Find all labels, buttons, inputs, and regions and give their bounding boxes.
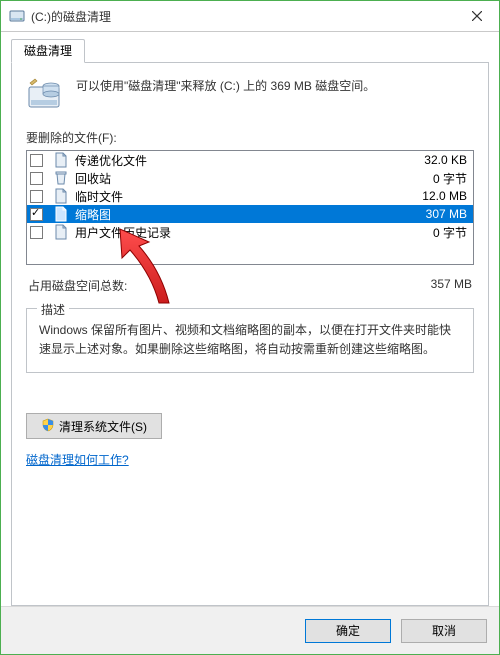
info-row: 可以使用"磁盘清理"来释放 (C:) 上的 369 MB 磁盘空间。 [26, 77, 474, 113]
titlebar: (C:)的磁盘清理 [1, 1, 499, 32]
close-icon [472, 11, 482, 21]
file-name: 用户文件历史记录 [75, 224, 397, 241]
file-size: 0 字节 [397, 170, 467, 187]
help-link[interactable]: 磁盘清理如何工作? [26, 451, 129, 468]
file-size: 12.0 MB [397, 189, 467, 203]
file-icon [53, 224, 69, 240]
shield-icon [41, 418, 55, 435]
tab-disk-cleanup[interactable]: 磁盘清理 [11, 39, 85, 63]
recycle-icon [53, 170, 69, 186]
file-name: 传递优化文件 [75, 152, 397, 169]
info-message: 可以使用"磁盘清理"来释放 (C:) 上的 369 MB 磁盘空间。 [76, 77, 375, 95]
disk-cleanup-icon [26, 77, 62, 113]
client-area: 磁盘清理 可以使用"磁盘清理"来释放 (C:) 上的 369 MB 磁盘空间。 … [1, 32, 499, 606]
window-title: (C:)的磁盘清理 [31, 8, 454, 25]
window: (C:)的磁盘清理 磁盘清理 [0, 0, 500, 655]
sysfiles-button-label: 清理系统文件(S) [59, 418, 147, 435]
description-legend: 描述 [37, 301, 69, 318]
clean-system-files-button[interactable]: 清理系统文件(S) [26, 413, 162, 439]
total-row: 占用磁盘空间总数: 357 MB [26, 277, 474, 294]
tab-panel: 可以使用"磁盘清理"来释放 (C:) 上的 369 MB 磁盘空间。 要删除的文… [11, 62, 489, 606]
file-size: 32.0 KB [397, 153, 467, 167]
file-icon [53, 188, 69, 204]
file-icon [53, 152, 69, 168]
file-checkbox[interactable] [30, 190, 43, 203]
file-list-item[interactable]: 传递优化文件32.0 KB [27, 151, 473, 169]
file-checkbox[interactable] [30, 208, 43, 221]
file-icon [53, 206, 69, 222]
button-bar: 确定 取消 [1, 606, 499, 654]
sysfiles-row: 清理系统文件(S) [26, 413, 474, 439]
total-label: 占用磁盘空间总数: [28, 277, 127, 294]
tabstrip: 磁盘清理 [11, 38, 489, 63]
ok-button[interactable]: 确定 [305, 619, 391, 643]
description-groupbox: 描述 Windows 保留所有图片、视频和文档缩略图的副本，以便在打开文件夹时能… [26, 308, 474, 373]
close-button[interactable] [454, 1, 499, 31]
file-list-item[interactable]: 用户文件历史记录0 字节 [27, 223, 473, 241]
file-size: 0 字节 [397, 224, 467, 241]
file-list-item[interactable]: 临时文件12.0 MB [27, 187, 473, 205]
file-name: 临时文件 [75, 188, 397, 205]
file-checkbox[interactable] [30, 226, 43, 239]
drive-icon [9, 8, 25, 24]
file-name: 缩略图 [75, 206, 397, 223]
file-list-item[interactable]: 回收站0 字节 [27, 169, 473, 187]
file-name: 回收站 [75, 170, 397, 187]
file-size: 307 MB [397, 207, 467, 221]
cancel-button[interactable]: 取消 [401, 619, 487, 643]
files-to-delete-label: 要删除的文件(F): [26, 129, 474, 146]
file-list-item[interactable]: 缩略图307 MB [27, 205, 473, 223]
file-list[interactable]: 传递优化文件32.0 KB回收站0 字节临时文件12.0 MB缩略图307 MB… [26, 150, 474, 265]
file-checkbox[interactable] [30, 172, 43, 185]
total-size: 357 MB [431, 277, 472, 294]
file-checkbox[interactable] [30, 154, 43, 167]
description-text: Windows 保留所有图片、视频和文档缩略图的副本，以便在打开文件夹时能快速显… [39, 321, 461, 358]
